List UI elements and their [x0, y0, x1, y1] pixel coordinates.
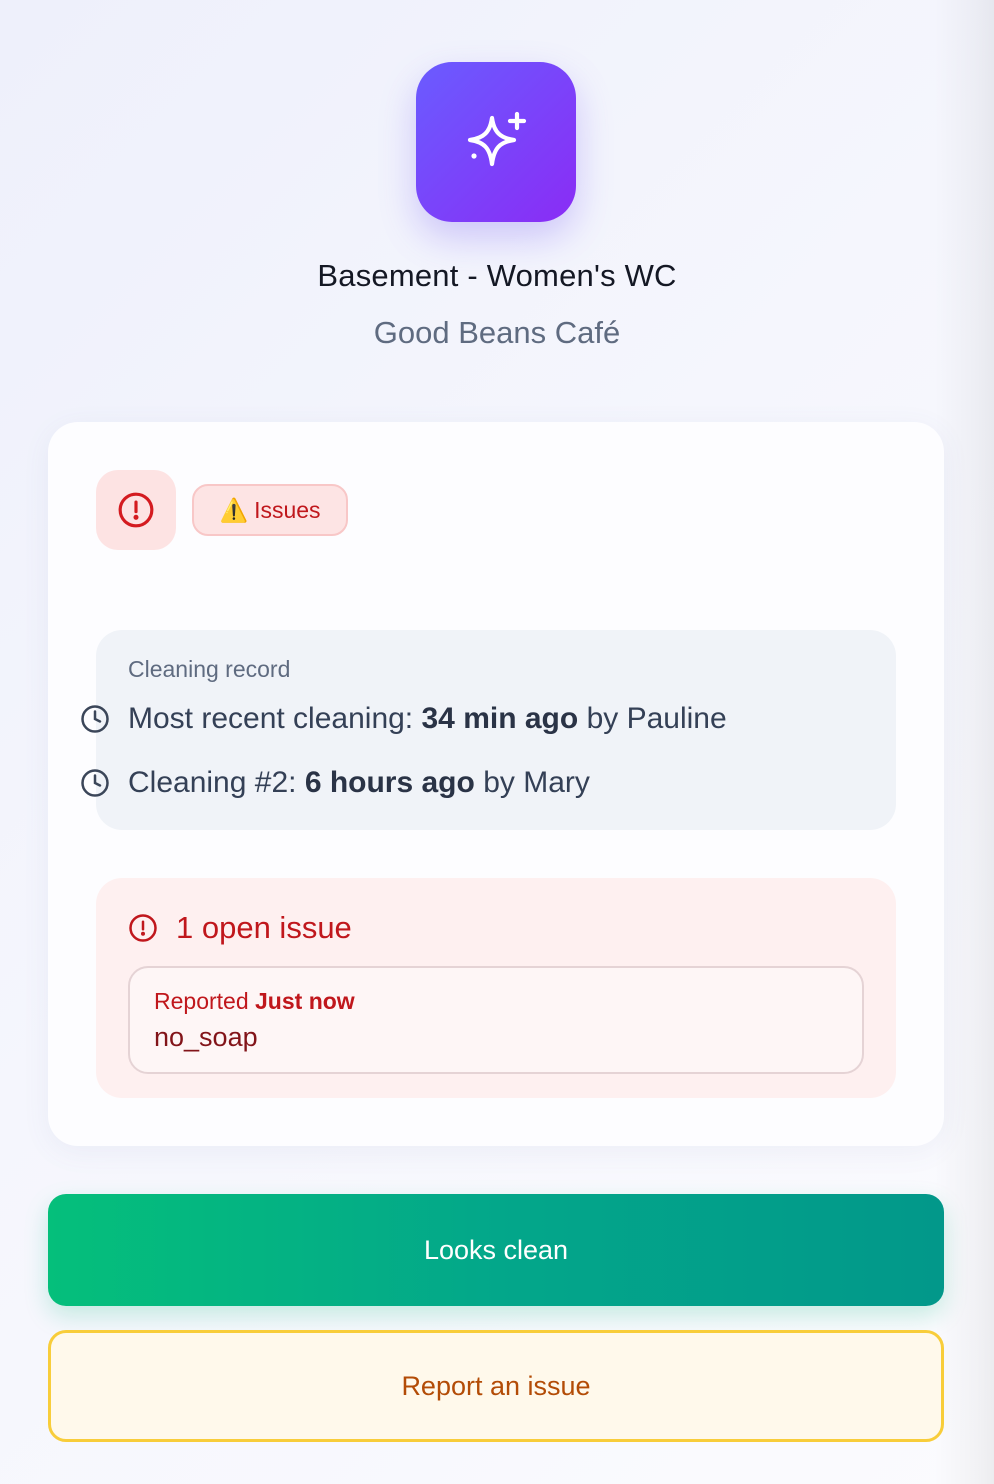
cleaning-entry-time: 6 hours ago	[304, 766, 475, 799]
cleaning-entry-by: by	[483, 766, 515, 799]
business-name: Good Beans Café	[373, 315, 621, 350]
cleaning-entry-by: by	[586, 702, 619, 735]
report-issue-button[interactable]: Report an issue	[48, 1330, 944, 1442]
cleaning-entry-cleaner: Mary	[523, 766, 590, 799]
cleaning-entry-prefix: Most recent cleaning:	[128, 702, 414, 735]
issue-description: no_soap	[154, 1022, 258, 1052]
cleaning-entry-time: 34 min ago	[421, 702, 579, 735]
issue-item[interactable]: Reported Just now no_soap	[128, 966, 864, 1074]
status-badge-label: Issues	[254, 496, 321, 523]
cleaning-entry-prefix: Cleaning #2:	[128, 766, 297, 799]
looks-clean-button[interactable]: Looks clean	[48, 1194, 944, 1306]
status-card: ⚠️ Issues Cleaning record Most recent cl…	[48, 422, 944, 1146]
location-title: Basement - Women's WC	[317, 258, 677, 293]
clock-icon	[81, 769, 109, 797]
open-issues-panel: 1 open issue Reported Just now no_soap	[96, 878, 896, 1098]
cleaning-entry: Cleaning #2: 6 hours ago by Mary	[80, 763, 590, 803]
status-badge: ⚠️ Issues	[192, 484, 348, 536]
open-issues-heading: 1 open issue	[128, 908, 352, 948]
clock-icon	[81, 705, 109, 733]
cleaning-entry: Most recent cleaning: 34 min ago by Paul…	[80, 699, 727, 739]
open-issues-count: 1 open issue	[176, 910, 352, 945]
issue-reported-time: Reported Just now	[154, 988, 355, 1014]
sparkles-icon	[467, 111, 527, 167]
alert-circle-icon	[129, 914, 157, 942]
app-logo	[416, 62, 576, 222]
cleaning-entry-cleaner: Pauline	[626, 702, 727, 735]
cleaning-record-label: Cleaning record	[128, 656, 291, 682]
warning-icon: ⚠️	[219, 496, 249, 523]
alert-circle-icon	[118, 492, 154, 528]
status-icon-box	[96, 470, 176, 550]
